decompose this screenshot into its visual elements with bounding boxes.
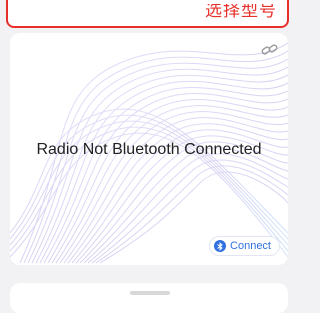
bluetooth-icon [214,240,227,252]
connect-button[interactable]: Connect [209,236,280,256]
device-card: Radio Not Bluetooth Connected Connect [10,33,288,265]
link-icon[interactable] [261,43,279,57]
secondary-card [10,283,288,313]
model-select-card[interactable]: 选择型号 [6,0,289,28]
secondary-card-content [130,291,170,295]
connect-button-label: Connect [230,240,271,252]
connection-status-text: Radio Not Bluetooth Connected [36,141,262,158]
model-select-label[interactable]: 选择型号 [205,4,277,21]
